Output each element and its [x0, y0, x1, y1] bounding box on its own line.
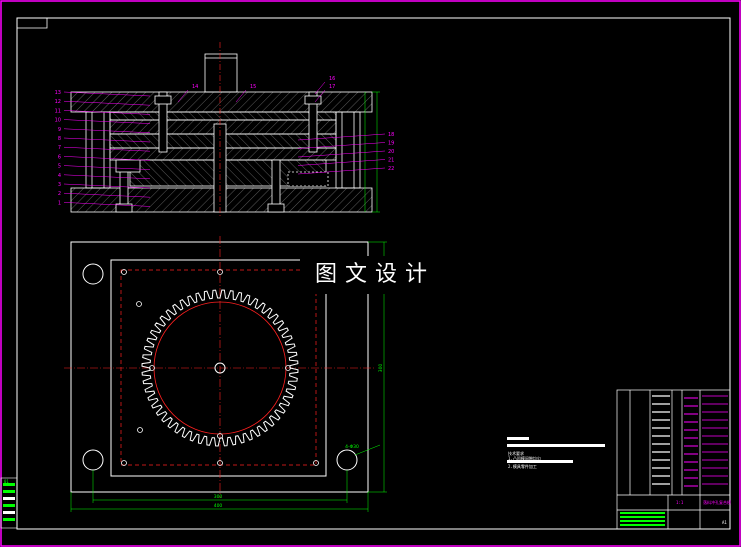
- callout-label: 22: [388, 166, 394, 172]
- title-block: [616, 389, 731, 530]
- callout-label: 2: [58, 191, 61, 197]
- mold-shank: [204, 53, 238, 93]
- callout-label: 3: [58, 182, 61, 188]
- callout-label: 17: [329, 84, 335, 90]
- left-margin-tab: [0, 477, 18, 529]
- corner-mark: [17, 18, 48, 29]
- title-bottom-mark: [620, 520, 665, 522]
- guide-hole-br: [336, 449, 358, 471]
- callout-label: 21: [388, 158, 394, 164]
- callout-label: 1: [58, 200, 61, 206]
- dim-width-inner: 300: [214, 494, 223, 500]
- title-scale: 1:1: [676, 500, 684, 505]
- dim-hole-note: 4-Φ30: [345, 444, 359, 450]
- title-sheet: A1: [722, 520, 727, 525]
- notes-line-2: 2.模具零件加工: [508, 464, 537, 469]
- callout-label: 13: [55, 90, 61, 96]
- callout-label: 15: [250, 84, 256, 90]
- callout-label: 12: [55, 99, 61, 105]
- guide-hole-tl: [82, 263, 104, 285]
- callout-label: 9: [58, 127, 61, 133]
- callout-label: 4: [58, 173, 61, 179]
- callout-label: 19: [388, 141, 394, 147]
- callout-label: 20: [388, 149, 394, 155]
- callout-label: 8: [58, 136, 61, 142]
- corner-tab-label: 01: [4, 479, 9, 484]
- title-bottom-mark: [620, 524, 665, 526]
- callout-label: 5: [58, 164, 61, 170]
- watermark-label: 图文设计: [300, 256, 450, 294]
- title-bottom-mark: [620, 512, 665, 514]
- callout-label: 6: [58, 154, 61, 160]
- callout-label: 16: [329, 76, 335, 82]
- title-bottom-mark: [620, 516, 665, 518]
- callout-label: 7: [58, 145, 61, 151]
- section-view: [70, 42, 380, 216]
- guide-hole-bl: [82, 449, 104, 471]
- callout-label: 10: [55, 118, 61, 124]
- title-drawing-name: 落料冲孔复合模: [703, 500, 731, 505]
- callout-label: 11: [55, 108, 61, 114]
- callout-label: 14: [192, 84, 198, 90]
- dim-height-right: 300: [378, 364, 384, 373]
- upper-die-plate: [70, 91, 373, 113]
- callout-label: 18: [388, 132, 394, 138]
- dim-width-outer: 400: [214, 503, 223, 509]
- notes-line-1: 1.凸凹模间隙均匀: [508, 456, 541, 461]
